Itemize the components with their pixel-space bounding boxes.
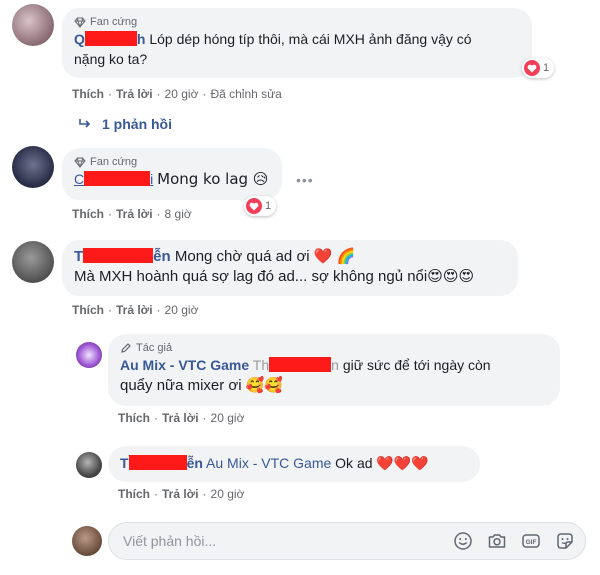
timestamp[interactable]: 20 giờ — [165, 87, 199, 101]
fan-badge: Fan cứng — [74, 155, 270, 169]
like-link[interactable]: Thích — [118, 411, 150, 425]
reply-actions: Thích · Trả lời · 20 giờ — [118, 487, 245, 501]
comment-actions: Thích · Trả lời · 8 giờ — [72, 207, 192, 221]
reply-bubble: Tễn Au Mix - VTC Game Ok ad ❤️❤️❤️ — [108, 446, 480, 482]
commenter-avatar[interactable] — [12, 4, 54, 46]
heart-reaction-icon — [246, 198, 262, 214]
redaction-block — [84, 171, 151, 186]
diamond-icon — [74, 17, 86, 28]
reply-composer[interactable]: Viết phản hồi... GIF — [108, 522, 586, 560]
author-badge: Tác giả — [120, 341, 548, 355]
redaction-block — [128, 455, 187, 470]
redaction-block — [269, 357, 332, 372]
reply-link[interactable]: Trả lời — [162, 487, 199, 501]
author-name[interactable]: Ci — [74, 171, 153, 187]
edited-label[interactable]: Đã chỉnh sửa — [210, 87, 281, 101]
reply-arrow-icon — [79, 119, 91, 128]
comment-bubble: Fan cứng Qh Lóp dép hóng típ thôi, mà cá… — [62, 8, 532, 78]
tagged-page[interactable]: Au Mix - VTC Game — [206, 455, 331, 471]
commenter-avatar[interactable] — [76, 452, 102, 478]
more-options-icon[interactable]: ••• — [296, 172, 314, 188]
camera-icon[interactable] — [487, 531, 507, 551]
commenter-avatar[interactable] — [12, 241, 54, 283]
reply-link[interactable]: Trả lời — [116, 303, 153, 317]
comment-text: Tễn Mong chờ quá ad ơi ❤️ 🌈 Mà MXH hoành… — [74, 248, 475, 285]
reply-text: Tễn Au Mix - VTC Game Ok ad ❤️❤️❤️ — [120, 455, 429, 471]
author-name[interactable]: Tễn — [120, 455, 203, 471]
reply-text: Au Mix - VTC Game Th n giữ sức để tới ngà… — [120, 357, 491, 394]
redaction-block — [83, 248, 154, 263]
reply-link[interactable]: Trả lời — [162, 411, 199, 425]
pencil-icon — [121, 343, 131, 353]
like-link[interactable]: Thích — [72, 303, 104, 317]
diamond-icon — [74, 157, 86, 168]
emoji-icon[interactable] — [453, 531, 473, 551]
author-name[interactable]: Tễn — [74, 248, 171, 265]
fan-badge: Fan cứng — [74, 15, 520, 29]
author-name[interactable]: Au Mix - VTC Game — [120, 357, 249, 373]
reply-input-placeholder[interactable]: Viết phản hồi... — [123, 533, 216, 549]
like-link[interactable]: Thích — [118, 487, 150, 501]
redaction-block — [84, 31, 137, 46]
reaction-summary[interactable]: 1 — [244, 196, 277, 216]
comment-bubble: Fan cứng Ci Mong ko lag 😥 — [62, 148, 282, 200]
comment-text: Qh Lóp dép hóng típ thôi, mà cái MXH ảnh… — [74, 31, 472, 67]
timestamp[interactable]: 8 giờ — [165, 207, 192, 221]
reply-link[interactable]: Trả lời — [116, 207, 153, 221]
author-name[interactable]: Qh — [74, 31, 145, 47]
sticker-icon[interactable] — [555, 531, 575, 551]
svg-text:GIF: GIF — [526, 539, 537, 546]
like-link[interactable]: Thích — [72, 207, 104, 221]
timestamp[interactable]: 20 giờ — [211, 487, 245, 501]
like-link[interactable]: Thích — [72, 87, 104, 101]
view-replies-link[interactable]: 1 phản hồi — [78, 116, 172, 132]
comment-text: Ci Mong ko lag 😥 — [74, 170, 269, 188]
timestamp[interactable]: 20 giờ — [211, 411, 245, 425]
reply-link[interactable]: Trả lời — [116, 87, 153, 101]
comment-actions: Thích · Trả lời · 20 giờ · Đã chỉnh sửa — [72, 87, 282, 101]
current-user-avatar — [72, 526, 102, 556]
timestamp[interactable]: 20 giờ — [165, 303, 199, 317]
author-page-avatar[interactable] — [76, 342, 102, 368]
gif-icon[interactable]: GIF — [521, 531, 541, 551]
reply-bubble: Tác giả Au Mix - VTC Game Th n giữ sức để… — [108, 334, 560, 406]
comment-bubble: Tễn Mong chờ quá ad ơi ❤️ 🌈 Mà MXH hoành… — [62, 240, 518, 296]
heart-reaction-icon — [524, 60, 540, 76]
commenter-avatar[interactable] — [12, 146, 54, 188]
tagged-user[interactable]: Th n — [253, 357, 339, 373]
reply-actions: Thích · Trả lời · 20 giờ — [118, 411, 245, 425]
comment-actions: Thích · Trả lời · 20 giờ — [72, 303, 199, 317]
reaction-summary[interactable]: 1 — [522, 58, 555, 78]
